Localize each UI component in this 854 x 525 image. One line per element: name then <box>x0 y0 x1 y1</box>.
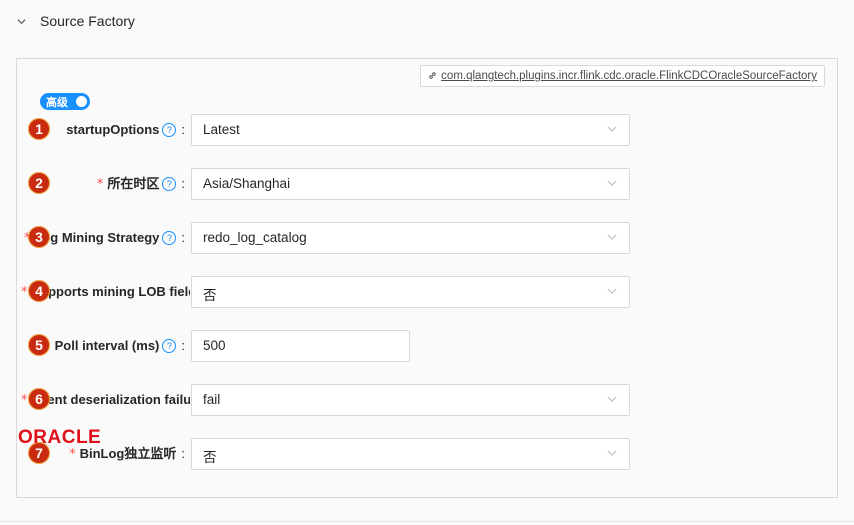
select-value: Latest <box>203 122 240 137</box>
input-value: 500 <box>203 338 226 353</box>
advanced-toggle-label: 高级 <box>46 97 68 109</box>
chevron-down-icon[interactable] <box>17 17 26 26</box>
event-deserialization-select[interactable]: fail <box>191 384 630 416</box>
plugin-class-name: com.qlangtech.plugins.incr.flink.cdc.ora… <box>441 70 817 82</box>
link-icon <box>429 72 436 79</box>
select-value: Asia/Shanghai <box>203 176 291 191</box>
step-badge: 4 <box>28 280 50 302</box>
step-badge: 3 <box>28 226 50 248</box>
step-badge: 5 <box>28 334 50 356</box>
oracle-logo: ORACLE <box>18 427 102 448</box>
chevron-down-icon <box>607 450 617 456</box>
step-badge: 1 <box>28 118 50 140</box>
advanced-toggle[interactable]: 高级 <box>40 93 90 110</box>
select-value: fail <box>203 392 221 407</box>
step-badge: 6 <box>28 388 50 410</box>
select-value: redo_log_catalog <box>203 230 307 245</box>
log-mining-strategy-select[interactable]: redo_log_catalog <box>191 222 630 254</box>
timezone-select[interactable]: Asia/Shanghai <box>191 168 630 200</box>
poll-interval-input[interactable]: 500 <box>191 330 410 362</box>
startup-options-select[interactable]: Latest <box>191 114 630 146</box>
chevron-down-icon <box>607 396 617 402</box>
divider <box>0 521 854 522</box>
help-icon[interactable]: ? <box>162 177 177 191</box>
step-badge: 2 <box>28 172 50 194</box>
select-value: 否 <box>203 450 217 465</box>
chevron-down-icon <box>607 126 617 132</box>
plugin-class-link[interactable]: com.qlangtech.plugins.incr.flink.cdc.ora… <box>420 65 825 87</box>
section-title: Source Factory <box>40 13 135 29</box>
chevron-down-icon <box>607 234 617 240</box>
toggle-knob <box>76 96 87 107</box>
lob-mining-select[interactable]: 否 <box>191 276 630 308</box>
help-icon[interactable]: ? <box>162 123 177 137</box>
select-value: 否 <box>203 288 217 303</box>
binlog-listener-select[interactable]: 否 <box>191 438 630 470</box>
section-header[interactable]: Source Factory <box>0 0 854 44</box>
help-icon[interactable]: ? <box>162 339 177 353</box>
chevron-down-icon <box>607 288 617 294</box>
help-icon[interactable]: ? <box>162 231 177 245</box>
chevron-down-icon <box>607 180 617 186</box>
